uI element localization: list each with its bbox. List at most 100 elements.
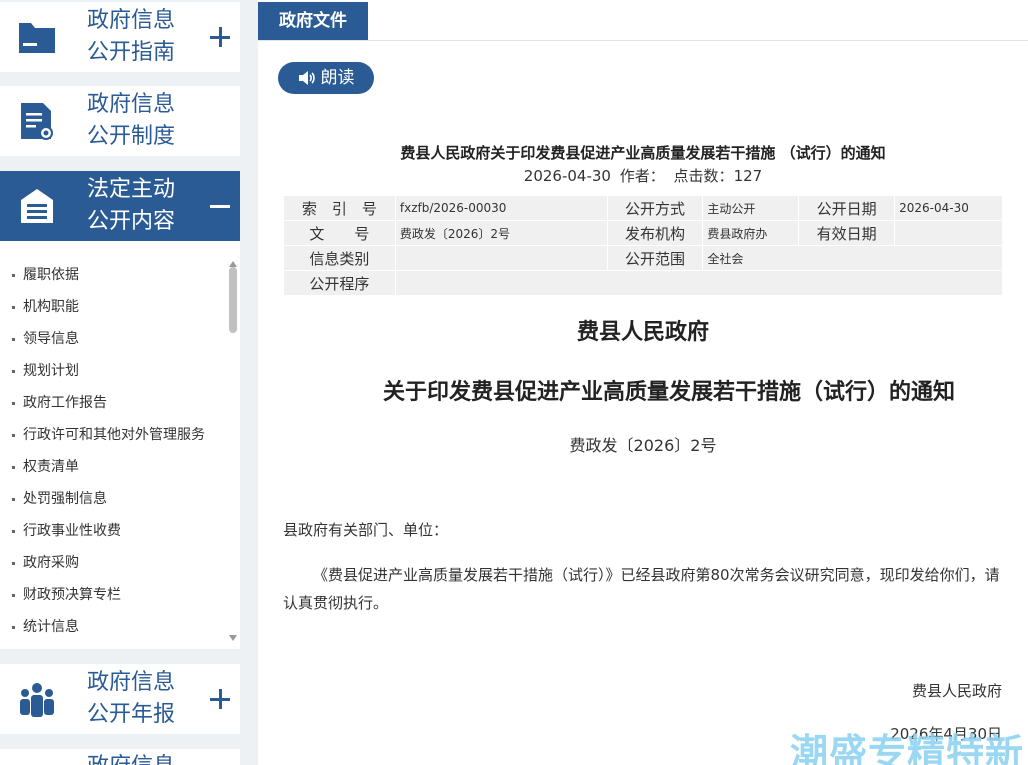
scope-value: 全社会 [702,245,1003,271]
pubdate-label: 公开日期 [798,195,896,221]
table-row: 文 号 费政发〔2026〕2号 发布机构 费县政府办 有效日期 [283,220,1003,246]
read-aloud-button[interactable]: 朗读 [278,62,374,94]
publish-date: 2026-04-30 [523,167,611,185]
document-number: 费政发〔2026〕2号 [569,436,717,455]
valid-label: 有效日期 [798,220,896,246]
clicks-count: 127 [733,167,763,185]
submenu-list: 履职依据机构职能领导信息规划计划政府工作报告行政许可和其他对外管理服务 权责清单处… [0,241,240,649]
nav-label: 政府信息 公开制度 [87,92,176,149]
submenu-item[interactable]: 统计信息 [0,611,240,643]
submenu-item[interactable]: 财政预决算专栏 [0,579,240,611]
procedure-label: 公开程序 [283,270,396,296]
docno-label: 文 号 [283,220,396,246]
nav-icon [15,749,59,765]
table-row: 公开程序 [283,270,1004,296]
nav-more[interactable]: 政府信息 [0,749,240,765]
bullet-icon [12,337,15,341]
bullet-icon [12,273,15,277]
submenu-item-label: 政府采购 [23,555,79,571]
bullet-icon [12,625,15,629]
document-badge-icon [15,99,59,143]
expand-plus-icon[interactable] [210,27,230,47]
nav-disclosure-guide[interactable]: 政府信息 公开指南 [0,2,240,72]
submenu-item-label: 财政预决算专栏 [23,587,121,603]
procedure-value [394,270,1004,296]
nav-label: 政府信息 公开指南 [87,8,176,65]
method-label: 公开方式 [606,195,704,221]
greeting: 县政府有关部门、单位： [283,521,449,539]
document-title: 费县人民政府关于印发费县促进产业高质量发展若干措施 （试行）的通知 [400,144,886,162]
signature: 费县人民政府 [911,682,1002,700]
submenu-item-label: 领导信息 [23,331,79,347]
category-label: 信息类别 [283,245,396,271]
nav-disclosure-system[interactable]: 政府信息 公开制度 [0,86,240,156]
info-table: 索 引 号 fxzfb/2026-00030 公开方式 主动公开 公开日期 20… [283,195,1004,296]
org-value: 费县政府办 [702,220,800,246]
pubdate-value: 2026-04-30 [894,195,1003,221]
expand-plus-icon[interactable] [210,689,230,709]
submenu-item-label: 政府工作报告 [23,395,107,411]
submenu-item[interactable]: 政府工作报告 [0,387,240,419]
bullet-icon [12,369,15,373]
submenu-item-label: 行政事业性收费 [23,523,121,539]
sidebar: 政府信息 公开指南 政府信息 公开制度 法定主动 公开内容 履职依据机构职能领导信息规… [0,0,240,765]
submenu-item[interactable]: 权责清单 [0,451,240,483]
submenu-item[interactable]: 规划计划 [0,355,240,387]
scope-label: 公开范围 [606,245,704,271]
body-paragraph: 《费县促进产业高质量发展若干措施（试行）》已经县政府第80次常务会议研究同意，现… [283,566,1000,612]
speaker-icon [298,71,315,85]
table-row: 索 引 号 fxzfb/2026-00030 公开方式 主动公开 公开日期 20… [283,195,1003,221]
table-row: 信息类别 公开范围 全社会 [283,245,1003,271]
document-meta: 2026-04-30 作者： 点击数：127 [258,165,1028,186]
main-content: 政府文件 朗读 费县人民政府关于印发费县促进产业高质量发展若干措施 （试行）的通… [258,0,1028,765]
submenu-item-label: 机构职能 [23,299,79,315]
bullet-icon [12,561,15,565]
bullet-icon [12,465,15,469]
submenu-item-label: 履职依据 [23,267,79,283]
bullet-icon [12,305,15,309]
bullet-icon [12,401,15,405]
bullet-icon [12,593,15,597]
author-label: 作者： [619,167,665,185]
scrollbar-thumb[interactable] [229,267,237,333]
clipboard-icon [15,184,59,228]
bullet-icon [12,433,15,437]
submenu-item-label: 权责清单 [23,459,79,475]
submenu-item[interactable]: 处罚强制信息 [0,483,240,515]
submenu-item-label: 行政许可和其他对外管理服务 [23,427,205,443]
submenu-item[interactable]: 机构职能 [0,291,240,323]
docno-value: 费政发〔2026〕2号 [394,220,608,246]
people-icon [15,677,59,721]
submenu-item-label: 处罚强制信息 [23,491,107,507]
index-value: fxzfb/2026-00030 [394,195,608,221]
submenu-item[interactable]: 履职依据 [0,259,240,291]
submenu-item[interactable]: 行政事业性收费 [0,515,240,547]
tab-government-documents[interactable]: 政府文件 [258,2,368,40]
nav-label: 政府信息 公开年报 [87,670,176,727]
nav-mandatory-disclosure[interactable]: 法定主动 公开内容 [0,171,240,241]
nav-label: 法定主动 公开内容 [87,177,176,234]
collapse-minus-icon[interactable] [210,196,230,216]
watermark-logo: 潮盛专精特新 [790,731,1025,765]
org-label: 发布机构 [606,220,704,246]
folder-icon [15,15,59,59]
tab-bar: 政府文件 [258,0,1028,41]
method-value: 主动公开 [702,195,800,221]
submenu-item[interactable]: 政府采购 [0,547,240,579]
submenu-item[interactable]: 行政许可和其他对外管理服务 [0,419,240,451]
bullet-icon [12,529,15,533]
submenu-item[interactable]: 领导信息 [0,323,240,355]
read-aloud-label: 朗读 [320,68,355,88]
scroll-down-arrow-icon[interactable] [229,635,237,641]
nav-label: 政府信息 [87,751,197,765]
notice-heading: 关于印发费县促进产业高质量发展若干措施（试行）的通知 [382,380,955,405]
index-label: 索 引 号 [283,195,396,221]
category-value [394,245,608,271]
scrollbar[interactable] [229,261,238,641]
issuer-heading: 费县人民政府 [576,320,709,345]
valid-value [894,220,1003,246]
clicks-label: 点击数： [673,167,734,185]
bullet-icon [12,497,15,501]
submenu-item-label: 规划计划 [23,363,79,379]
nav-annual-report[interactable]: 政府信息 公开年报 [0,664,240,734]
